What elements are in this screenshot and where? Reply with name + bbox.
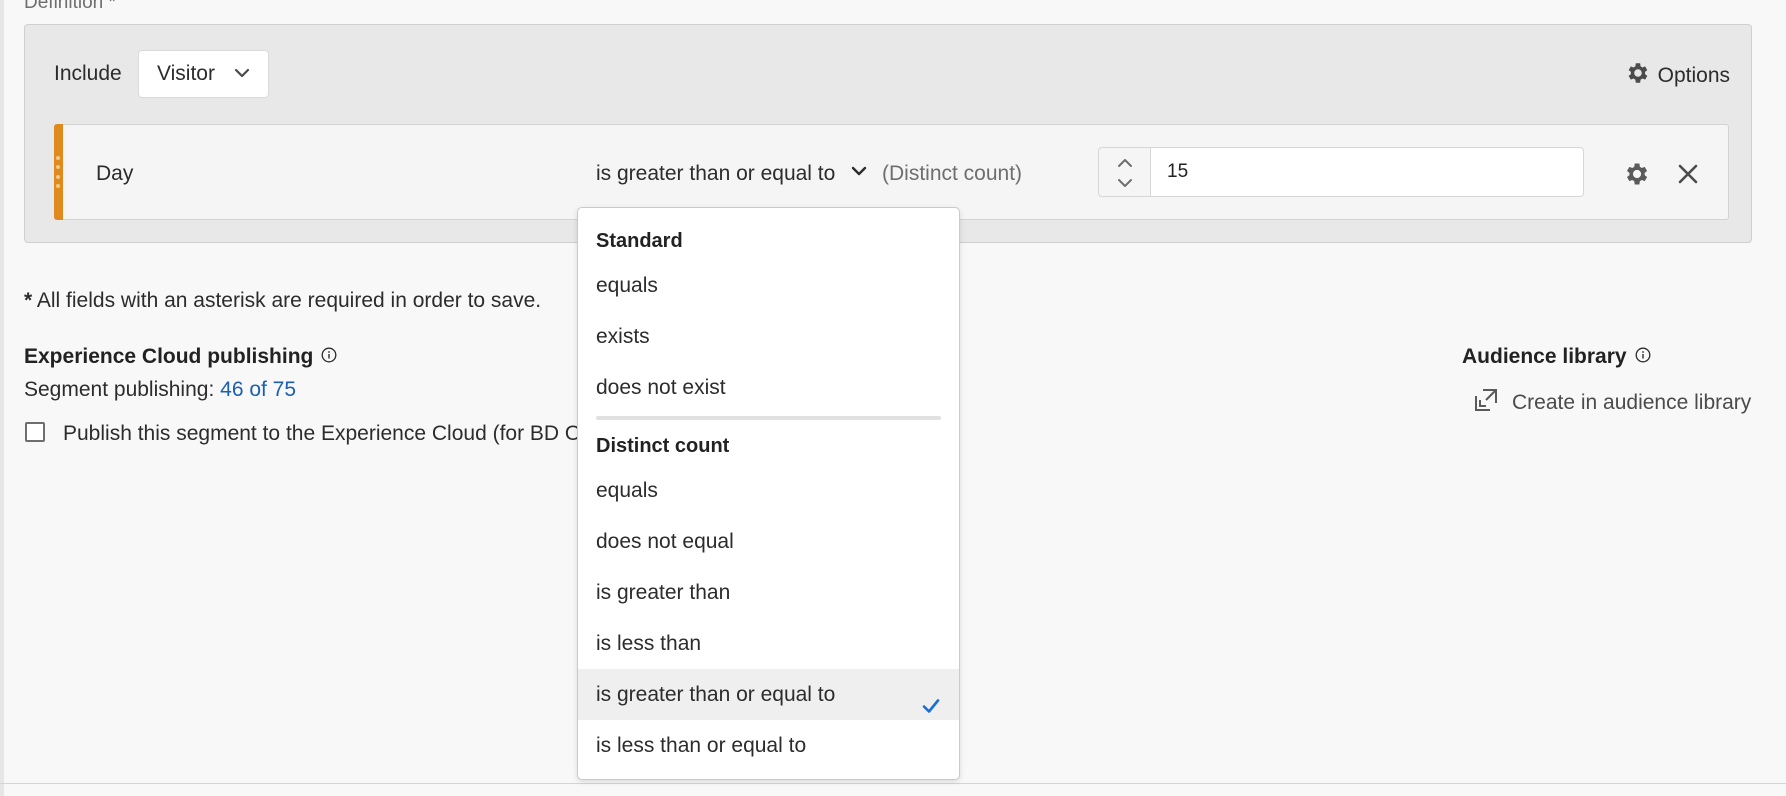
menu-item-distinct-does-not-equal[interactable]: does not equal bbox=[578, 516, 959, 567]
experience-cloud-title: Experience Cloud publishing bbox=[24, 345, 337, 369]
menu-section-standard: Standard bbox=[596, 230, 683, 252]
gear-icon bbox=[1622, 163, 1650, 192]
gear-icon bbox=[1624, 60, 1650, 92]
chevron-down-icon bbox=[232, 63, 252, 89]
menu-item-standard-does-not-exist[interactable]: does not exist bbox=[578, 362, 959, 413]
menu-section-distinct-count: Distinct count bbox=[596, 435, 730, 457]
value-stepper[interactable] bbox=[1098, 147, 1150, 197]
rule-dimension: Day bbox=[96, 162, 134, 185]
operator-value: is greater than or equal to bbox=[596, 162, 836, 185]
rule-settings-button[interactable] bbox=[1622, 160, 1650, 193]
menu-divider bbox=[596, 416, 941, 420]
operator-menu: Standard equals exists does not exist Di… bbox=[577, 207, 960, 780]
chevron-down-icon bbox=[849, 161, 869, 187]
distinct-count-qualifier: (Distinct count) bbox=[882, 162, 1023, 185]
definition-label: Definition * bbox=[24, 0, 116, 13]
options-button[interactable]: Options bbox=[1624, 60, 1730, 92]
create-in-audience-library-label: Create in audience library bbox=[1512, 391, 1752, 414]
bottom-divider bbox=[0, 783, 1786, 784]
segment-publishing: Segment publishing: 46 of 75 bbox=[24, 378, 296, 402]
remove-rule-button[interactable] bbox=[1676, 162, 1700, 191]
close-icon bbox=[1676, 164, 1700, 190]
menu-item-distinct-less-than-or-equal[interactable]: is less than or equal to bbox=[578, 720, 959, 771]
info-icon[interactable] bbox=[1635, 345, 1651, 369]
operator-dropdown[interactable]: is greater than or equal to bbox=[596, 161, 869, 187]
stepper-arrows-icon bbox=[1118, 159, 1132, 187]
rule-value-input[interactable] bbox=[1150, 147, 1584, 197]
include-label: Include bbox=[54, 62, 122, 85]
required-fields-note: * All fields with an asterisk are requir… bbox=[24, 289, 541, 313]
segment-publishing-label: Segment publishing: bbox=[24, 378, 215, 401]
audience-library-title-text: Audience library bbox=[1462, 345, 1627, 368]
grip-icon bbox=[56, 156, 61, 188]
menu-item-distinct-equals[interactable]: equals bbox=[578, 465, 959, 516]
experience-cloud-title-text: Experience Cloud publishing bbox=[24, 345, 314, 368]
create-in-audience-library-button[interactable]: Create in audience library bbox=[1472, 386, 1751, 420]
menu-item-standard-equals[interactable]: equals bbox=[578, 260, 959, 311]
publish-checkbox[interactable] bbox=[25, 422, 45, 442]
required-fields-text: All fields with an asterisk are required… bbox=[36, 289, 542, 312]
asterisk-icon: * bbox=[24, 289, 33, 312]
menu-item-standard-exists[interactable]: exists bbox=[578, 311, 959, 362]
publish-checkbox-label: Publish this segment to the Experience C… bbox=[63, 422, 597, 445]
audience-library-title: Audience library bbox=[1462, 345, 1651, 369]
menu-item-label: is greater than or equal to bbox=[596, 683, 836, 706]
menu-item-distinct-greater-than-or-equal[interactable]: is greater than or equal to bbox=[578, 669, 959, 720]
left-edge-border bbox=[0, 0, 4, 796]
external-link-icon bbox=[1472, 386, 1500, 420]
segment-publishing-count-link[interactable]: 46 of 75 bbox=[220, 378, 296, 401]
info-icon[interactable] bbox=[321, 345, 337, 369]
scope-value: Visitor bbox=[157, 62, 215, 85]
menu-item-distinct-less-than[interactable]: is less than bbox=[578, 618, 959, 669]
scope-dropdown[interactable]: Visitor bbox=[138, 50, 269, 98]
menu-item-distinct-greater-than[interactable]: is greater than bbox=[578, 567, 959, 618]
options-label: Options bbox=[1657, 64, 1730, 87]
